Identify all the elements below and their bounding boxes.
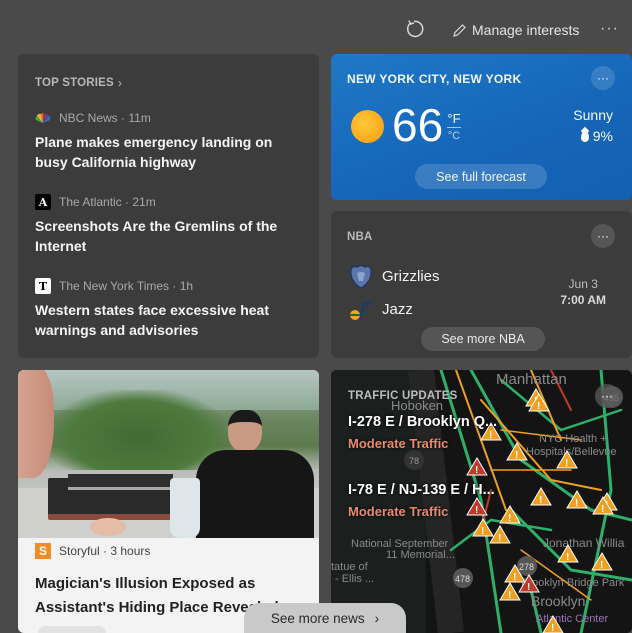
alert-exclamation: ! — [575, 498, 578, 509]
unit-toggle: °F °C — [447, 111, 461, 144]
story-source: The New York Times · 1h — [59, 279, 194, 293]
story-action-pill[interactable] — [38, 626, 106, 633]
refresh-icon — [406, 20, 424, 38]
story-source: S Storyful · 3 hours — [35, 543, 150, 559]
weather-location: NEW YORK CITY, NEW YORK — [347, 72, 522, 86]
traffic-map[interactable]: Manhattan Hoboken NYC Health + Hospitals… — [331, 370, 632, 633]
story-item[interactable]: T The New York Times · 1h Western states… — [35, 278, 305, 340]
alert-exclamation: ! — [481, 526, 484, 537]
alert-exclamation: ! — [527, 582, 530, 593]
weather-more-button[interactable]: ··· — [591, 66, 615, 90]
game-date: Jun 3 — [568, 277, 598, 291]
alert-exclamation: ! — [489, 430, 492, 441]
highway-shield: 278 — [519, 562, 534, 572]
map-label: Hospitals/Bellevue — [526, 446, 617, 458]
traffic-card[interactable]: Manhattan Hoboken NYC Health + Hospitals… — [331, 370, 632, 633]
traffic-more-button[interactable]: ··· — [595, 384, 619, 408]
fahrenheit-toggle[interactable]: °F — [447, 111, 461, 128]
see-more-news-button[interactable]: See more news › — [244, 603, 406, 633]
see-full-forecast-button[interactable]: See full forecast — [415, 164, 547, 189]
team-jazz: Jazz — [348, 296, 413, 322]
nba-card[interactable]: NBA ··· Grizzlies Jazz Jun 3 7:00 AM See… — [331, 211, 632, 358]
alert-exclamation: ! — [566, 552, 569, 563]
traffic-title: TRAFFIC UPDATES — [348, 390, 458, 402]
temperature-value: 66 — [392, 99, 444, 151]
story-item[interactable]: A The Atlantic · 21m Screenshots Are the… — [35, 194, 305, 256]
refresh-button[interactable] — [403, 18, 425, 40]
top-stories-card: TOP STORIES › NBC News · 11m Plane makes… — [18, 54, 319, 358]
map-label: tatue of — [331, 561, 369, 573]
story-headline: Western states face excessive heat warni… — [35, 302, 269, 338]
alert-exclamation: ! — [565, 458, 568, 469]
story-headline: Plane makes emergency landing on busy Ca… — [35, 134, 273, 170]
grizzlies-logo — [348, 263, 374, 289]
chevron-right-icon: › — [374, 610, 380, 626]
raindrop-icon — [580, 130, 589, 142]
video-story-card[interactable]: S Storyful · 3 hours Magician's Illusion… — [18, 370, 319, 633]
alert-exclamation: ! — [600, 560, 603, 571]
weather-condition: Sunny — [573, 107, 613, 123]
map-label: Atlantic Center — [536, 613, 608, 625]
story-headline: Screenshots Are the Gremlins of the Inte… — [35, 218, 278, 254]
precipitation-value: 9% — [592, 128, 613, 144]
story-source: The Atlantic · 21m — [59, 195, 156, 209]
the-atlantic-logo: A — [35, 194, 51, 210]
highway-shield: 78 — [409, 456, 419, 466]
manage-interests-button[interactable]: Manage interests — [452, 20, 579, 40]
see-more-news-label: See more news — [270, 610, 365, 626]
alert-exclamation: ! — [551, 623, 554, 633]
map-label: - Ellis ... — [335, 573, 374, 585]
nba-title: NBA — [347, 231, 373, 243]
pencil-icon — [453, 23, 466, 37]
see-more-nba-button[interactable]: See more NBA — [421, 327, 545, 351]
nyt-logo: T — [35, 278, 51, 294]
game-time: 7:00 AM — [560, 293, 606, 307]
precipitation: 9% — [580, 128, 613, 144]
celsius-toggle[interactable]: °C — [447, 128, 461, 144]
alert-exclamation: ! — [475, 465, 478, 476]
team-name: Grizzlies — [382, 267, 440, 285]
game-schedule: Jun 3 7:00 AM — [560, 277, 606, 307]
more-options-button[interactable]: ··· — [600, 20, 619, 38]
sun-icon — [351, 110, 384, 143]
alert-exclamation: ! — [513, 572, 516, 583]
map-label: Manhattan — [496, 371, 567, 388]
traffic-route[interactable]: I-278 E / Brooklyn Q... — [348, 414, 497, 430]
story-thumbnail — [18, 370, 319, 538]
top-stories-title: TOP STORIES — [35, 77, 114, 89]
top-toolbar: Manage interests ··· — [0, 0, 632, 55]
jazz-logo — [348, 296, 374, 322]
map-label: NYC Health + — [539, 433, 607, 445]
alert-exclamation: ! — [498, 533, 501, 544]
top-stories-header[interactable]: TOP STORIES › — [35, 76, 122, 90]
chevron-right-icon: › — [117, 76, 122, 90]
story-item[interactable]: NBC News · 11m Plane makes emergency lan… — [35, 110, 305, 172]
traffic-status: Moderate Traffic — [348, 436, 449, 451]
team-name: Jazz — [382, 300, 413, 318]
map-label: 11 Memorial... — [386, 549, 455, 561]
highway-shield: 478 — [455, 574, 470, 584]
weather-card[interactable]: NEW YORK CITY, NEW YORK ··· 66 °F °C Sun… — [331, 54, 632, 200]
nba-more-button[interactable]: ··· — [591, 224, 615, 248]
nbc-peacock-logo — [35, 110, 51, 126]
storyful-logo: S — [35, 543, 51, 559]
alert-exclamation: ! — [601, 504, 604, 515]
alert-exclamation: ! — [515, 450, 518, 461]
map-label: Brooklyn — [531, 593, 585, 609]
alert-exclamation: ! — [508, 590, 511, 601]
manage-interests-label: Manage interests — [472, 22, 580, 38]
map-label: Jonathan Willia — [543, 536, 625, 550]
traffic-route[interactable]: I-78 E / NJ-139 E / H... — [348, 482, 495, 498]
alert-exclamation: ! — [475, 505, 478, 516]
alert-exclamation: ! — [508, 513, 511, 524]
alert-exclamation: ! — [537, 401, 540, 412]
team-grizzlies: Grizzlies — [348, 263, 440, 289]
alert-exclamation: ! — [539, 495, 542, 506]
traffic-status: Moderate Traffic — [348, 504, 449, 519]
story-source: NBC News · 11m — [59, 111, 151, 125]
